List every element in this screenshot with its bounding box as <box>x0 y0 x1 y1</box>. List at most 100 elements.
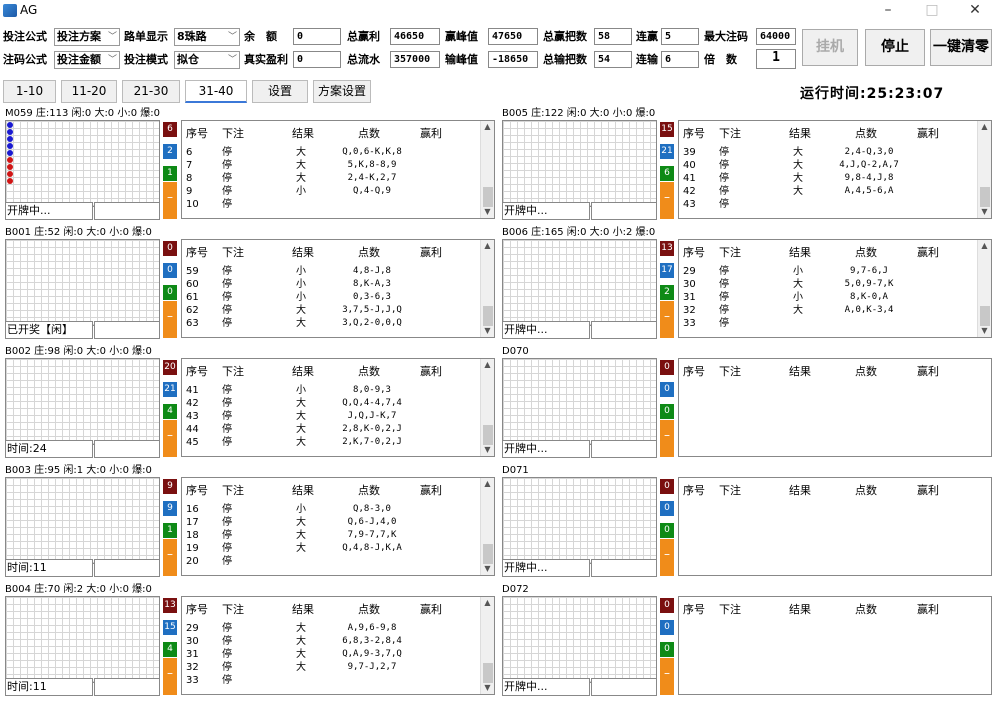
column-header: 序号 <box>683 365 705 378</box>
scroll-up-icon[interactable]: ▲ <box>481 240 494 252</box>
row-index: 41 <box>683 173 696 184</box>
scroll-up-icon[interactable]: ▲ <box>481 597 494 609</box>
row-points: Q,Q,4-4,7,4 <box>342 398 402 408</box>
panel-title: B002 庄:98 闲:0 大:0 小:0 爆:0 <box>5 346 152 357</box>
row-result: 大 <box>296 398 306 409</box>
total-win-hands-field[interactable]: 58 <box>594 28 632 45</box>
action-bar[interactable]: – <box>163 301 177 338</box>
loss-streak-field[interactable]: 6 <box>661 51 699 68</box>
count-badge: 0 <box>660 360 674 375</box>
scroll-thumb[interactable] <box>483 306 493 326</box>
row-index: 40 <box>683 160 696 171</box>
scroll-down-icon[interactable]: ▼ <box>481 444 494 456</box>
scroll-thumb[interactable] <box>483 544 493 564</box>
row-bet: 停 <box>719 147 729 158</box>
action-bar[interactable]: – <box>660 301 674 338</box>
row-result: 小 <box>296 186 306 197</box>
vertical-scrollbar[interactable]: ▲ ▼ <box>480 121 494 218</box>
row-index: 59 <box>186 266 199 277</box>
scroll-thumb[interactable] <box>483 425 493 445</box>
scroll-up-icon[interactable]: ▲ <box>481 478 494 490</box>
scroll-up-icon[interactable]: ▲ <box>978 240 991 252</box>
vertical-scrollbar[interactable]: ▲ ▼ <box>977 121 991 218</box>
action-bar[interactable]: – <box>660 420 674 457</box>
status-box: 开牌中... <box>5 202 93 220</box>
scroll-up-icon[interactable]: ▲ <box>978 121 991 133</box>
total-win-field[interactable]: 46650 <box>390 28 440 45</box>
column-header: 点数 <box>358 246 380 259</box>
vertical-scrollbar[interactable]: ▲ ▼ <box>480 478 494 575</box>
column-header: 点数 <box>358 365 380 378</box>
column-header: 下注 <box>719 365 741 378</box>
minimize-button[interactable]: – <box>868 0 908 22</box>
action-bar[interactable]: – <box>660 182 674 219</box>
action-bar[interactable]: – <box>660 658 674 695</box>
maximize-button[interactable]: □ <box>912 0 952 22</box>
real-profit-field[interactable]: 0 <box>293 51 341 68</box>
chevron-down-icon: ﹀ <box>107 55 117 65</box>
bet-formula-select[interactable]: 投注方案 ﹀ <box>54 28 120 46</box>
row-points: 9,7-6,J <box>850 266 888 276</box>
scroll-thumb[interactable] <box>980 306 990 326</box>
tab-11-20[interactable]: 11-20 <box>61 80 117 103</box>
banker-bead <box>7 164 13 170</box>
bet-mode-label: 投注模式 <box>124 53 168 66</box>
stake-formula-select[interactable]: 投注金额 ﹀ <box>54 51 120 69</box>
tab-1-10[interactable]: 1-10 <box>3 80 56 103</box>
chevron-down-icon: ﹀ <box>107 32 117 42</box>
total-loss-hands-field[interactable]: 54 <box>594 51 632 68</box>
action-bar[interactable]: – <box>163 658 177 695</box>
tab-settings[interactable]: 设置 <box>252 80 308 103</box>
row-bet: 停 <box>222 530 232 541</box>
max-bet-field[interactable]: 64000 <box>756 28 796 45</box>
scroll-down-icon[interactable]: ▼ <box>481 206 494 218</box>
action-bar[interactable]: – <box>660 539 674 576</box>
road-display-select[interactable]: 8珠路 ﹀ <box>174 28 240 46</box>
vertical-scrollbar[interactable]: ▲ ▼ <box>480 597 494 694</box>
win-streak-field[interactable]: 5 <box>661 28 699 45</box>
scroll-down-icon[interactable]: ▼ <box>978 325 991 337</box>
scroll-down-icon[interactable]: ▼ <box>481 563 494 575</box>
scroll-down-icon[interactable]: ▼ <box>978 206 991 218</box>
tab-scheme-settings[interactable]: 方案设置 <box>313 80 371 103</box>
stop-button[interactable]: 停止 <box>865 29 925 66</box>
peak-loss-field[interactable]: -18650 <box>488 51 538 68</box>
tab-21-30[interactable]: 21-30 <box>122 80 180 103</box>
balance-field[interactable]: 0 <box>293 28 341 45</box>
total-flow-label: 总流水 <box>347 53 380 66</box>
status-extra-box <box>94 678 160 696</box>
clear-all-button[interactable]: 一键清零 <box>930 29 992 66</box>
column-header: 赢利 <box>917 246 939 259</box>
multiplier-field[interactable]: 1 <box>756 49 796 69</box>
vertical-scrollbar[interactable]: ▲ ▼ <box>977 240 991 337</box>
bet-mode-select[interactable]: 拟仓 ﹀ <box>174 51 240 69</box>
scroll-down-icon[interactable]: ▼ <box>481 325 494 337</box>
peak-win-field[interactable]: 47650 <box>488 28 538 45</box>
row-points: 2,4-K,2,7 <box>347 173 397 183</box>
column-header: 结果 <box>292 603 314 616</box>
count-badge: 0 <box>660 382 674 397</box>
total-flow-field[interactable]: 357000 <box>390 51 440 68</box>
vertical-scrollbar[interactable]: ▲ ▼ <box>480 359 494 456</box>
close-button[interactable]: ✕ <box>955 0 995 22</box>
action-bar[interactable]: – <box>163 539 177 576</box>
action-bar[interactable]: – <box>163 182 177 219</box>
row-result: 大 <box>296 318 306 329</box>
scroll-up-icon[interactable]: ▲ <box>481 359 494 371</box>
scroll-down-icon[interactable]: ▼ <box>481 682 494 694</box>
row-bet: 停 <box>719 173 729 184</box>
hangup-button[interactable]: 挂机 <box>802 29 858 66</box>
column-header: 赢利 <box>917 484 939 497</box>
status-box: 开牌中... <box>502 321 590 339</box>
vertical-scrollbar[interactable]: ▲ ▼ <box>480 240 494 337</box>
tab-31-40[interactable]: 31-40 <box>185 80 247 103</box>
scroll-thumb[interactable] <box>980 187 990 207</box>
bead-road-grid <box>502 477 657 564</box>
scroll-thumb[interactable] <box>483 187 493 207</box>
action-bar[interactable]: – <box>163 420 177 457</box>
row-result: 大 <box>296 411 306 422</box>
column-header: 点数 <box>358 484 380 497</box>
row-index: 30 <box>683 279 696 290</box>
scroll-thumb[interactable] <box>483 663 493 683</box>
scroll-up-icon[interactable]: ▲ <box>481 121 494 133</box>
